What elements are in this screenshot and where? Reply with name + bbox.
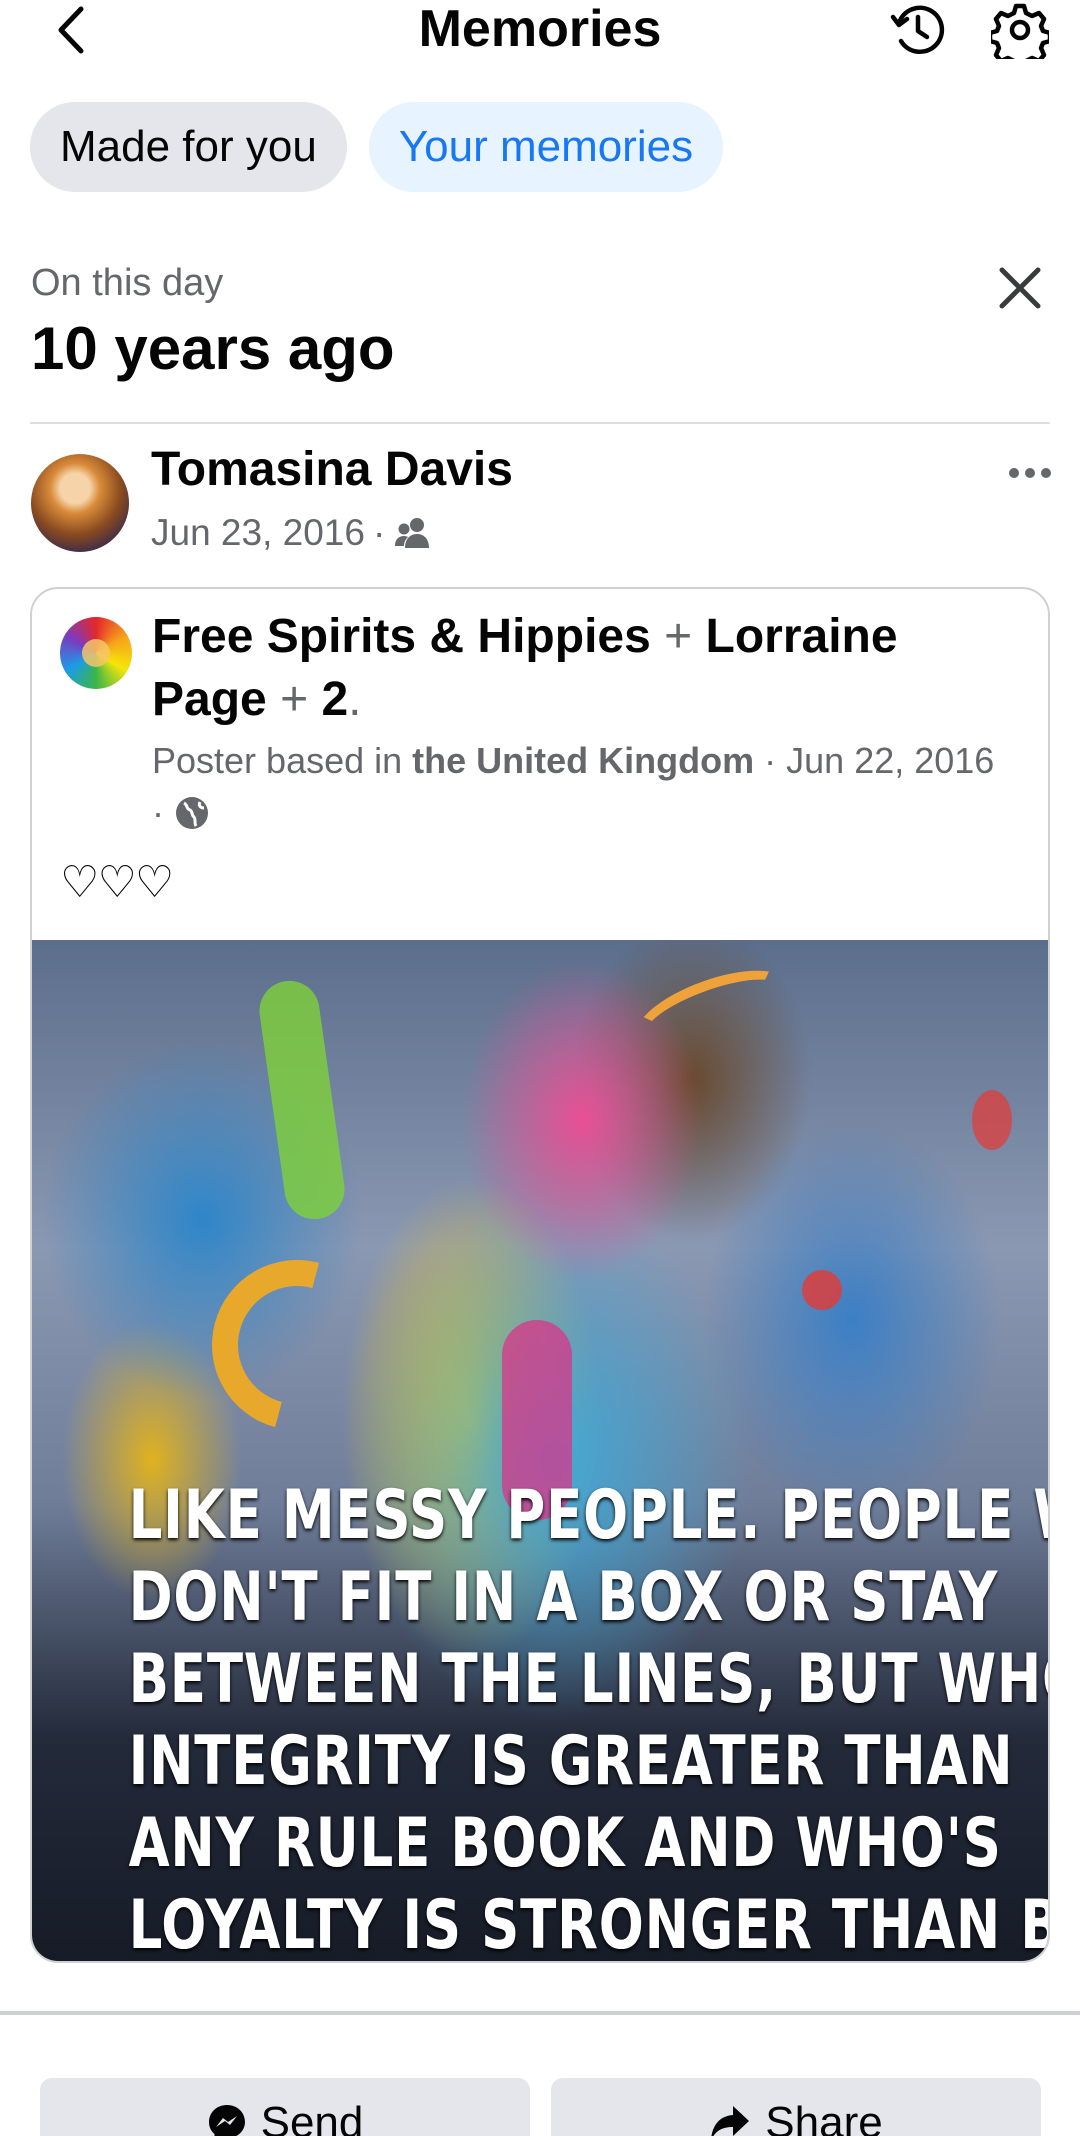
post-image[interactable]: LIKE MESSY PEOPLE. PEOPLE WHO DON'T FIT … (32, 940, 1048, 1963)
section-title: 10 years ago (31, 315, 395, 382)
shared-post-title: Free Spirits & Hippies + Lorraine Page +… (152, 605, 1012, 731)
section-label: On this day (31, 262, 224, 304)
plus-separator: + (664, 610, 693, 663)
group-name[interactable]: Free Spirits & Hippies (152, 610, 651, 663)
group-avatar[interactable] (60, 617, 132, 689)
send-label: Send (260, 2098, 364, 2136)
meta-separator: · (372, 512, 386, 553)
share-label: Share (765, 2098, 883, 2136)
plus-separator: + (280, 673, 309, 726)
more-dot (1009, 468, 1019, 478)
image-quote-text: LIKE MESSY PEOPLE. PEOPLE WHO DON'T FIT … (128, 1476, 1048, 1963)
friends-icon (395, 518, 430, 548)
post-meta: Jun 23, 2016 · (151, 512, 433, 554)
paint-splash (802, 1270, 842, 1310)
paint-splash (626, 954, 798, 1066)
tagged-others-count[interactable]: 2 (321, 673, 348, 726)
memories-tabs: Made for you Your memories (30, 102, 724, 192)
close-icon (999, 267, 1041, 309)
globe-icon (176, 797, 209, 829)
history-button[interactable] (886, 0, 950, 60)
divider (30, 422, 1050, 424)
shared-post-meta: Poster based in the United Kingdom · Jun… (152, 735, 1012, 839)
more-options-button[interactable] (1000, 448, 1060, 498)
poster-location[interactable]: the United Kingdom (412, 740, 754, 781)
paint-splash (180, 1228, 414, 1462)
share-arrow-icon (711, 2106, 750, 2136)
settings-button[interactable] (988, 0, 1052, 60)
messenger-icon (208, 2105, 245, 2136)
shared-post-card[interactable]: Free Spirits & Hippies + Lorraine Page +… (30, 587, 1050, 1963)
paint-splash (255, 976, 349, 1224)
divider (0, 2011, 1080, 2015)
gear-icon (991, 3, 1049, 59)
post-caption: ♡♡♡ (60, 857, 174, 908)
title-period: . (348, 673, 362, 726)
post-date[interactable]: Jun 23, 2016 (151, 512, 365, 554)
more-dot (1025, 468, 1035, 478)
author-name[interactable]: Tomasina Davis (151, 442, 513, 497)
history-icon (890, 5, 945, 55)
share-button[interactable]: Share (551, 2078, 1041, 2136)
more-dot (1041, 468, 1051, 478)
header: Memories (0, 0, 1080, 60)
author-avatar[interactable] (31, 454, 129, 552)
close-button[interactable] (990, 258, 1050, 318)
paint-splash (972, 1090, 1012, 1150)
meta-prefix: Poster based in (152, 740, 403, 781)
send-button[interactable]: Send (40, 2078, 530, 2136)
tab-your-memories[interactable]: Your memories (368, 102, 724, 192)
tab-made-for-you[interactable]: Made for you (30, 102, 347, 192)
